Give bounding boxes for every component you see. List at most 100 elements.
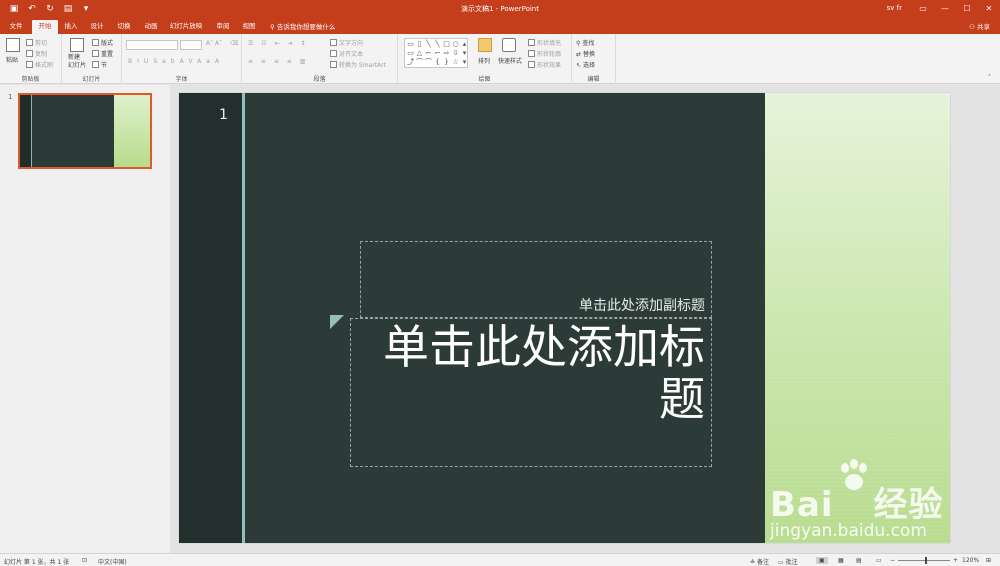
tab-design[interactable]: 设计 bbox=[86, 20, 108, 34]
arrange-button[interactable]: 排列 bbox=[478, 56, 490, 65]
more-shapes-icon[interactable]: ▴ bbox=[460, 40, 469, 49]
tab-transitions[interactable]: 切换 bbox=[112, 20, 136, 34]
tab-view[interactable]: 视图 bbox=[238, 20, 260, 34]
notes-button[interactable]: ≙ 备注 bbox=[750, 557, 769, 566]
cut-button[interactable]: 剪切 bbox=[26, 38, 47, 47]
font-name-combo[interactable] bbox=[126, 40, 178, 50]
slide-sorter-icon[interactable]: ▦ bbox=[838, 557, 844, 564]
minimize-icon[interactable]: — bbox=[934, 0, 956, 18]
elbow-shape-icon[interactable]: ⌐ bbox=[424, 49, 433, 58]
brace-shape-icon[interactable]: { bbox=[433, 58, 442, 67]
line-shape-icon[interactable]: ╲ bbox=[424, 40, 433, 49]
user-name[interactable]: sv fr bbox=[887, 4, 902, 12]
thumbnail-number: 1 bbox=[8, 93, 13, 101]
layout-icon bbox=[92, 39, 99, 46]
text-direction-button[interactable]: 文字方向 bbox=[330, 38, 363, 47]
watermark-brand: Bai 经验 bbox=[770, 485, 944, 525]
expand-shapes-icon[interactable]: ▾ bbox=[460, 58, 469, 67]
title-placeholder[interactable]: 单击此处添加标题 bbox=[350, 318, 712, 467]
normal-view-icon[interactable]: ▣ bbox=[816, 557, 828, 564]
align-text-icon bbox=[330, 50, 337, 57]
subtitle-placeholder[interactable]: 单击此处添加副标题 bbox=[360, 241, 712, 318]
new-slide-icon[interactable] bbox=[70, 38, 84, 52]
comments-button[interactable]: ▭ 批注 bbox=[778, 557, 798, 566]
paste-icon[interactable] bbox=[6, 38, 20, 52]
font-size-combo[interactable] bbox=[180, 40, 202, 50]
smartart-button[interactable]: 转换为 SmartArt bbox=[330, 60, 386, 69]
oval-shape-icon[interactable]: ○ bbox=[451, 40, 460, 49]
clear-format-icon[interactable]: ⌫ bbox=[230, 40, 238, 47]
collapse-ribbon-icon[interactable]: ˄ bbox=[988, 74, 991, 81]
find-button[interactable]: ⚲ 查找 bbox=[576, 38, 594, 47]
format-painter-button[interactable]: 格式刷 bbox=[26, 60, 53, 69]
zoom-slider-thumb[interactable] bbox=[925, 557, 927, 564]
curve-shape-icon[interactable]: ⌒ bbox=[424, 58, 433, 67]
scroll-shapes-icon[interactable]: ▾ bbox=[460, 49, 469, 58]
ribbon-display-icon[interactable]: ▭ bbox=[912, 0, 934, 18]
list-buttons[interactable]: ☰ ☷ ⇤ ⇥ ↕ bbox=[248, 40, 308, 47]
section-button[interactable]: 节 bbox=[92, 60, 107, 69]
brace2-shape-icon[interactable]: } bbox=[442, 58, 451, 67]
textbox-shape-icon[interactable]: ▭ bbox=[406, 40, 415, 49]
language-indicator[interactable]: 中文(中国) bbox=[98, 557, 127, 566]
shape-fill-button[interactable]: 形状填充 bbox=[528, 38, 561, 47]
zoom-in-icon[interactable]: + bbox=[953, 557, 958, 564]
maximize-icon[interactable]: ☐ bbox=[956, 0, 978, 18]
layout-button[interactable]: 版式 bbox=[92, 38, 113, 47]
align-text-button[interactable]: 对齐文本 bbox=[330, 49, 363, 58]
textbox-v-shape-icon[interactable]: ▯ bbox=[415, 40, 424, 49]
paragraph-label: 段落 bbox=[313, 76, 326, 83]
ribbon: 粘贴 剪切 复制 格式刷 剪贴板 新建 幻灯片 版式 重置 节 幻灯片 A˄ A… bbox=[0, 34, 1000, 84]
tab-insert[interactable]: 插入 bbox=[60, 20, 82, 34]
freeform-shape-icon[interactable]: ⌒ bbox=[415, 58, 424, 67]
paste-button[interactable]: 粘贴 bbox=[6, 55, 18, 64]
corner-shape-icon[interactable]: ⌐ bbox=[433, 49, 442, 58]
reading-view-icon[interactable]: ▤ bbox=[856, 557, 862, 564]
share-button[interactable]: ⚇ 共享 bbox=[969, 21, 990, 31]
align-buttons[interactable]: ≡ ≡ ≡ ≡ ▥ bbox=[248, 58, 308, 65]
tab-slideshow[interactable]: 幻灯片放映 bbox=[166, 20, 206, 34]
zoom-out-icon[interactable]: − bbox=[890, 557, 895, 564]
quick-styles-icon[interactable] bbox=[502, 38, 516, 52]
brush-icon bbox=[26, 61, 33, 68]
arrange-icon[interactable] bbox=[478, 38, 492, 52]
bend-shape-icon[interactable]: ⤴ bbox=[406, 58, 415, 67]
pen-outline-icon bbox=[528, 50, 535, 57]
tab-review[interactable]: 审阅 bbox=[212, 20, 234, 34]
shapes-gallery[interactable]: ▭ ▯ ╲ ╲ □ ○ ▴ ▭ △ ⌐ ⌐ ⇨ ⇩ ▾ ⤴ ⌒ ⌒{} ☆ ▾ bbox=[404, 38, 468, 68]
scissors-icon bbox=[26, 39, 33, 46]
slide-accent-line bbox=[242, 93, 245, 543]
editing-label: 编辑 bbox=[587, 76, 600, 83]
tab-animations[interactable]: 动画 bbox=[140, 20, 162, 34]
zoom-level[interactable]: 120% bbox=[962, 557, 979, 564]
line2-shape-icon[interactable]: ╲ bbox=[433, 40, 442, 49]
zoom-slider[interactable] bbox=[898, 560, 950, 561]
slideshow-view-icon[interactable]: ▭ bbox=[876, 557, 882, 564]
shape-effects-button[interactable]: 形状效果 bbox=[528, 60, 561, 69]
arrow-shape-icon[interactable]: ⇨ bbox=[442, 49, 451, 58]
tab-home[interactable]: 开始 bbox=[32, 20, 58, 34]
rect-shape-icon[interactable]: □ bbox=[442, 40, 451, 49]
font-style-buttons[interactable]: BIUSabAVAaA bbox=[128, 58, 224, 65]
quick-styles-button[interactable]: 快速样式 bbox=[498, 56, 522, 65]
notes-icon: ≙ bbox=[750, 559, 757, 566]
spelling-icon[interactable]: ⊡ bbox=[82, 557, 87, 564]
reset-button[interactable]: 重置 bbox=[92, 49, 113, 58]
triangle-shape-icon[interactable]: △ bbox=[415, 49, 424, 58]
tell-me-search[interactable]: ⚲ 告诉我你想要做什么 bbox=[270, 21, 335, 31]
cursor-icon: ↖ bbox=[576, 62, 583, 69]
down-arrow-shape-icon[interactable]: ⇩ bbox=[451, 49, 460, 58]
thumbnail-left-bar bbox=[20, 95, 32, 167]
shape-outline-button[interactable]: 形状轮廓 bbox=[528, 49, 561, 58]
tab-file[interactable]: 文件 bbox=[4, 20, 28, 34]
grow-font-icon[interactable]: A˄ A˅ bbox=[206, 40, 222, 47]
select-button[interactable]: ↖ 选择 bbox=[576, 60, 595, 69]
star-shape-icon[interactable]: ☆ bbox=[451, 58, 460, 67]
close-icon[interactable]: ✕ bbox=[978, 0, 1000, 18]
fit-to-window-icon[interactable]: ⊞ bbox=[986, 557, 991, 564]
new-slide-button[interactable]: 新建 幻灯片 bbox=[68, 54, 90, 70]
copy-button[interactable]: 复制 bbox=[26, 49, 47, 58]
rect2-shape-icon[interactable]: ▭ bbox=[406, 49, 415, 58]
slide-thumbnail[interactable] bbox=[18, 93, 152, 169]
replace-button[interactable]: ⇄ 替换 bbox=[576, 49, 595, 58]
